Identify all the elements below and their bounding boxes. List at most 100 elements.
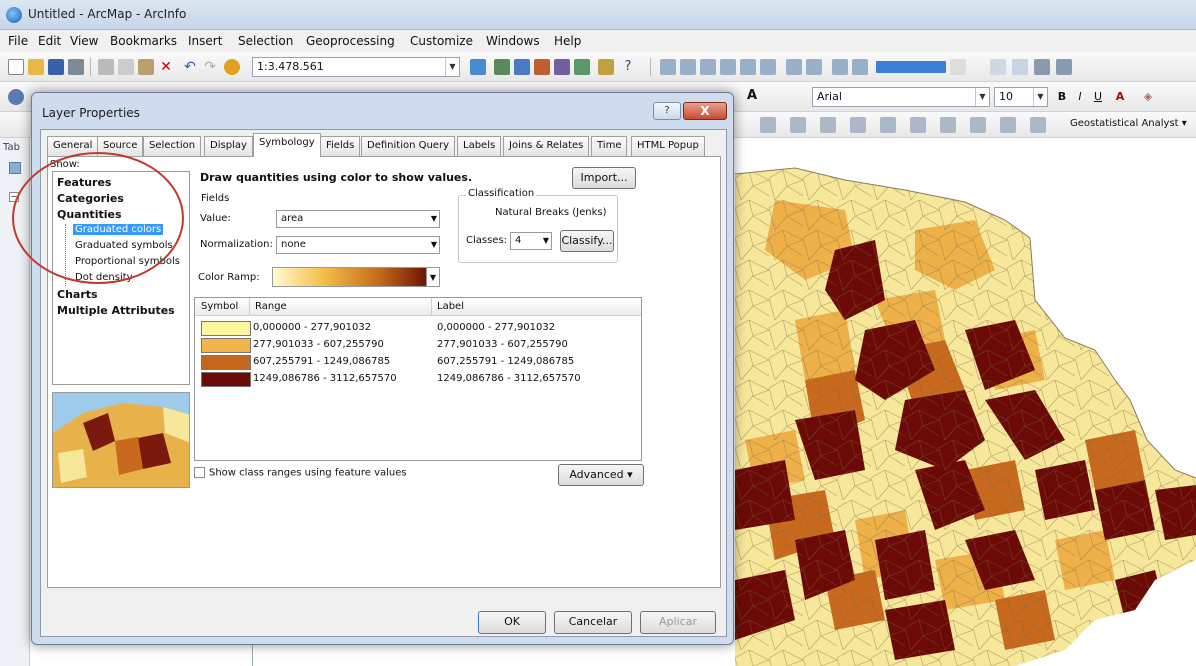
table-of-contents-icon[interactable]	[494, 59, 510, 75]
cut-icon[interactable]	[98, 59, 114, 75]
close-button[interactable]: X	[683, 102, 727, 120]
layout-tool-icon[interactable]	[852, 59, 868, 75]
save-icon[interactable]	[48, 59, 64, 75]
layout-tool-icon[interactable]	[832, 59, 848, 75]
search-window-icon[interactable]	[534, 59, 550, 75]
class-swatch[interactable]	[201, 372, 251, 387]
layout-tool-icon[interactable]	[1000, 117, 1016, 133]
zoom-in-icon[interactable]	[8, 89, 24, 105]
menu-insert[interactable]: Insert	[188, 34, 222, 48]
color-selector-icon[interactable]	[876, 61, 946, 73]
layout-tool-icon[interactable]	[820, 117, 836, 133]
layout-tool-icon[interactable]	[910, 117, 926, 133]
layout-tool-icon[interactable]	[760, 117, 776, 133]
table-row[interactable]: 607,255791 - 1249,086785 607,255791 - 12…	[195, 354, 641, 370]
map-view[interactable]	[735, 140, 1196, 666]
show-class-ranges-checkbox[interactable]	[194, 467, 205, 478]
arctoolbox-icon[interactable]	[554, 59, 570, 75]
layout-tool-icon[interactable]	[850, 117, 866, 133]
menu-view[interactable]: View	[70, 34, 98, 48]
tab-definition-query[interactable]: Definition Query	[361, 136, 455, 156]
show-class-ranges-option[interactable]: Show class ranges using feature values	[194, 467, 407, 479]
layout-tool-icon[interactable]	[1030, 117, 1046, 133]
tab-time[interactable]: Time	[591, 136, 628, 156]
menu-bookmarks[interactable]: Bookmarks	[110, 34, 177, 48]
classify-button[interactable]: Classify...	[560, 230, 614, 252]
chevron-down-icon[interactable]: ▼	[426, 267, 440, 287]
layout-tool-icon[interactable]	[1056, 59, 1072, 75]
font-size-combo[interactable]: 10 ▼	[994, 87, 1048, 107]
chevron-down-icon[interactable]	[950, 59, 966, 75]
table-row[interactable]: 277,901033 - 607,255790 277,901033 - 607…	[195, 337, 641, 353]
class-swatch[interactable]	[201, 355, 251, 370]
menu-customize[interactable]: Customize	[410, 34, 473, 48]
layout-tool-icon[interactable]	[806, 59, 822, 75]
help-button[interactable]: ?	[653, 102, 681, 120]
paste-icon[interactable]	[138, 59, 154, 75]
layout-tool-icon[interactable]	[786, 59, 802, 75]
layout-tool-icon[interactable]	[1034, 59, 1050, 75]
ok-button[interactable]: OK	[478, 611, 546, 634]
menu-windows[interactable]: Windows	[486, 34, 540, 48]
column-range[interactable]: Range	[255, 301, 287, 312]
model-builder-icon[interactable]	[598, 59, 614, 75]
new-document-icon[interactable]	[8, 59, 24, 75]
layout-tool-icon[interactable]	[760, 59, 776, 75]
tab-fields[interactable]: Fields	[320, 136, 361, 156]
tab-joins-relates[interactable]: Joins & Relates	[503, 136, 590, 156]
cancel-button[interactable]: Cancelar	[554, 611, 632, 634]
python-icon[interactable]	[574, 59, 590, 75]
toc-tab-label[interactable]: Tab	[3, 142, 20, 153]
underline-button[interactable]: U	[1090, 89, 1106, 105]
layout-tool-icon[interactable]	[880, 117, 896, 133]
bold-button[interactable]: B	[1054, 89, 1070, 105]
class-swatch[interactable]	[201, 338, 251, 353]
copy-icon[interactable]	[118, 59, 134, 75]
tree-item-multiple-attributes[interactable]: Multiple Attributes	[57, 304, 175, 317]
map-scale-combo[interactable]: 1:3.478.561 ▼	[252, 57, 460, 77]
chevron-down-icon[interactable]: ▼	[1033, 88, 1047, 106]
tab-labels[interactable]: Labels	[457, 136, 502, 156]
undo-icon[interactable]: ↶	[182, 59, 198, 75]
whats-this-icon[interactable]: ?	[620, 59, 636, 75]
layout-tool-icon[interactable]	[680, 59, 696, 75]
add-data-icon[interactable]	[224, 59, 240, 75]
tab-symbology[interactable]: Symbology	[253, 133, 321, 157]
catalog-icon[interactable]	[514, 59, 530, 75]
layout-tool-icon[interactable]	[720, 59, 736, 75]
chevron-down-icon[interactable]: ▼	[975, 88, 989, 106]
font-color-icon[interactable]: A	[1112, 89, 1128, 105]
fill-color-icon[interactable]: ◈	[1140, 89, 1156, 105]
value-field-select[interactable]: area ▼	[276, 210, 440, 228]
geostatistical-analyst-menu[interactable]: Geostatistical Analyst ▾	[1070, 118, 1187, 129]
class-swatch[interactable]	[201, 321, 251, 336]
editor-toolbar-icon[interactable]	[470, 59, 486, 75]
text-color-icon[interactable]: A	[744, 88, 760, 104]
normalization-select[interactable]: none ▼	[276, 236, 440, 254]
layout-tool-icon[interactable]	[660, 59, 676, 75]
table-row[interactable]: 1249,086786 - 3112,657570 1249,086786 - …	[195, 371, 641, 387]
layout-tool-icon[interactable]	[740, 59, 756, 75]
layout-tool-icon[interactable]	[940, 117, 956, 133]
tab-selection[interactable]: Selection	[143, 136, 202, 156]
redo-icon[interactable]: ↷	[202, 59, 218, 75]
color-ramp-select[interactable]	[272, 267, 438, 287]
tab-display[interactable]: Display	[204, 136, 253, 156]
print-icon[interactable]	[68, 59, 84, 75]
menu-selection[interactable]: Selection	[238, 34, 293, 48]
column-symbol[interactable]: Symbol	[201, 301, 238, 312]
advanced-button[interactable]: Advanced ▾	[558, 464, 644, 486]
layout-tool-icon[interactable]	[790, 117, 806, 133]
apply-button[interactable]: Aplicar	[640, 611, 716, 634]
tree-item-charts[interactable]: Charts	[57, 288, 98, 301]
chevron-down-icon[interactable]: ▼	[445, 58, 459, 76]
italic-button[interactable]: I	[1072, 89, 1088, 105]
layer-icon[interactable]	[9, 162, 21, 174]
tab-html-popup[interactable]: HTML Popup	[631, 136, 705, 156]
delete-icon[interactable]: ✕	[158, 59, 174, 75]
layout-tool-icon[interactable]	[1012, 59, 1028, 75]
classes-select[interactable]: 4 ▼	[510, 232, 552, 250]
table-row[interactable]: 0,000000 - 277,901032 0,000000 - 277,901…	[195, 320, 641, 336]
import-button[interactable]: Import...	[572, 167, 636, 189]
layout-tool-icon[interactable]	[700, 59, 716, 75]
